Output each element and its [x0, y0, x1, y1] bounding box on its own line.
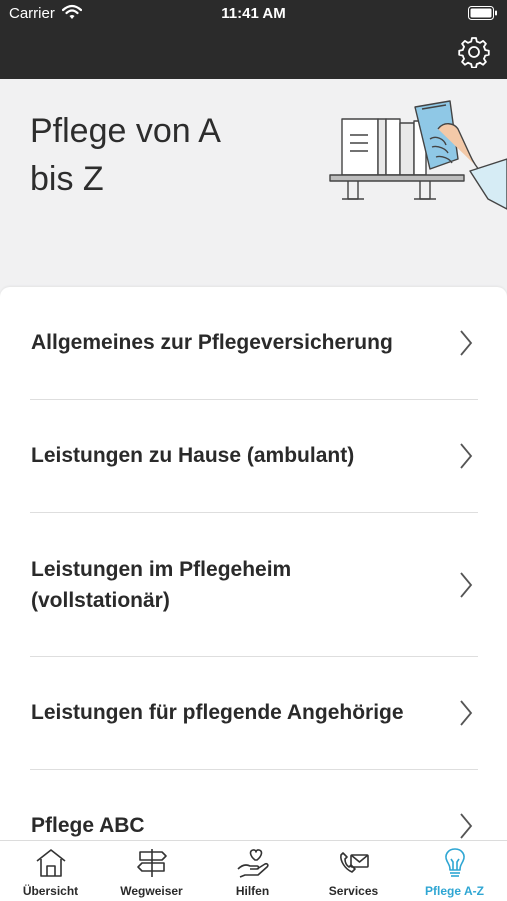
tab-label: Services [328, 884, 379, 898]
chevron-right-icon [459, 572, 473, 603]
list-item-label: Leistungen für pflegende Angehörige [31, 701, 404, 724]
chevron-right-icon [459, 443, 473, 474]
tab-services[interactable]: Services [303, 841, 404, 901]
tab-label: Übersicht [22, 884, 79, 898]
phone-mail-icon [303, 847, 404, 879]
list-item-allgemeines[interactable]: Allgemeines zur Pflegeversicherung [0, 287, 507, 399]
lightbulb-icon [404, 847, 505, 879]
tab-wegweiser[interactable]: Wegweiser [101, 841, 202, 901]
list-item-label: Leistungen im Pflegeheim (vollstationär) [31, 558, 292, 612]
house-icon [0, 847, 101, 879]
list-item-pflege-abc[interactable]: Pflege ABC [0, 770, 507, 840]
status-time: 11:41 AM [221, 5, 286, 22]
signpost-icon [101, 847, 202, 879]
bookshelf-hand-illustration [320, 99, 507, 239]
list-item-pflegeheim[interactable]: Leistungen im Pflegeheim (vollstationär) [0, 513, 507, 656]
tab-pflege-a-z[interactable]: Pflege A-Z [404, 841, 505, 901]
tab-uebersicht[interactable]: Übersicht [0, 841, 101, 901]
tab-hilfen[interactable]: Hilfen [202, 841, 303, 901]
list-item-label: Allgemeines zur Pflegeversicherung [31, 331, 393, 354]
tab-label: Pflege A-Z [425, 884, 484, 898]
tab-label: Hilfen [235, 884, 270, 898]
list-item-zu-hause[interactable]: Leistungen zu Hause (ambulant) [0, 400, 507, 512]
tab-bar: Übersicht Wegweiser Hilfen Services Pfle… [0, 840, 507, 901]
tab-label: Wegweiser [120, 884, 183, 898]
chevron-right-icon [459, 700, 473, 731]
list-item-label: Pflege ABC [31, 814, 145, 837]
chevron-right-icon [459, 330, 473, 361]
list-item-angehoerige[interactable]: Leistungen für pflegende Angehörige [0, 657, 507, 769]
top-bar: Carrier 11:41 AM [0, 0, 507, 79]
heart-hand-icon [202, 847, 303, 879]
hero-header: Pflege von A bis Z [0, 79, 507, 304]
gear-icon[interactable] [458, 36, 490, 73]
battery-icon [468, 6, 498, 25]
list-item-label: Leistungen zu Hause (ambulant) [31, 444, 355, 467]
page-title: Pflege von A bis Z [30, 112, 220, 198]
chevron-right-icon [459, 813, 473, 840]
topic-list: Allgemeines zur Pflegeversicherung Leist… [0, 287, 507, 840]
